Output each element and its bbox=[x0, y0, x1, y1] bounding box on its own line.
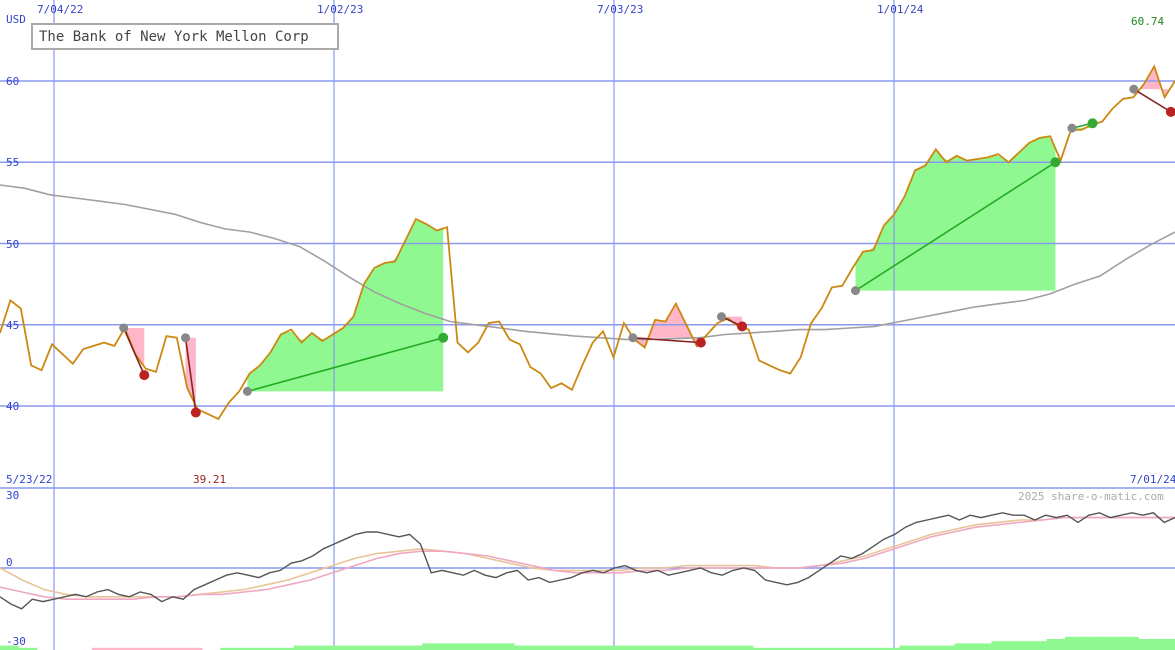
trade-entry-point bbox=[181, 333, 191, 343]
watermark: 2025 share-o-matic.com bbox=[1018, 490, 1164, 503]
osc-histogram-bar bbox=[312, 645, 331, 650]
osc-histogram-bar bbox=[330, 645, 350, 650]
osc-histogram-bar bbox=[550, 645, 570, 650]
osc-tick-label: -30 bbox=[6, 635, 26, 648]
trade-exit-point bbox=[1087, 118, 1098, 129]
trade-entry-point bbox=[242, 386, 252, 396]
osc-histogram-bar bbox=[587, 645, 607, 650]
trade-exit-point bbox=[737, 321, 748, 332]
x-tick-label: 1/02/23 bbox=[317, 3, 363, 16]
osc-histogram-bar bbox=[1046, 639, 1066, 650]
x-tick-label-bottom: 7/01/24 bbox=[1130, 473, 1175, 486]
oscillator-panel bbox=[0, 512, 1175, 650]
stock-chart: USD 60.74 39.21 2025 share-o-matic.com 7… bbox=[0, 0, 1175, 650]
chart-title: The Bank of New York Mellon Corp bbox=[39, 29, 309, 45]
x-tick-label-bottom: 5/23/22 bbox=[6, 473, 52, 486]
osc-histogram-bar bbox=[734, 645, 754, 650]
osc-histogram-bar bbox=[1101, 636, 1121, 650]
trade-exit-point bbox=[190, 407, 201, 418]
y-tick-label: 60 bbox=[6, 75, 19, 88]
osc-histogram-bar bbox=[422, 643, 442, 650]
last-price-label: 60.74 bbox=[1131, 15, 1164, 28]
osc-histogram-bar bbox=[954, 643, 974, 650]
trade-exit-point bbox=[695, 337, 706, 348]
trade-entry-point bbox=[119, 323, 129, 333]
gain-area bbox=[855, 136, 1056, 291]
osc-main-line bbox=[0, 512, 1175, 610]
osc-histogram-bar bbox=[495, 643, 515, 650]
osc-histogram-bar bbox=[1138, 639, 1158, 650]
osc-histogram-bar bbox=[569, 645, 588, 650]
osc-histogram-bar bbox=[477, 643, 497, 650]
trade-exit-point bbox=[1165, 106, 1175, 117]
osc-histogram-bar bbox=[918, 645, 937, 650]
osc-histogram-bar bbox=[1009, 641, 1029, 650]
osc-histogram-bar bbox=[514, 645, 533, 650]
osc-histogram-bar bbox=[440, 643, 460, 650]
osc-histogram-bar bbox=[1028, 641, 1047, 650]
osc-histogram-bar bbox=[385, 645, 405, 650]
currency-label: USD bbox=[6, 13, 26, 26]
osc-histogram-bar bbox=[1083, 636, 1103, 650]
osc-histogram-bar bbox=[936, 645, 956, 650]
trade-entry-point bbox=[1067, 123, 1077, 133]
y-tick-label: 50 bbox=[6, 238, 19, 251]
osc-histogram-bar bbox=[991, 641, 1011, 650]
trade-exit-point bbox=[1050, 157, 1061, 168]
trade-exit-point bbox=[139, 370, 150, 381]
osc-histogram-bar bbox=[973, 643, 992, 650]
grid bbox=[0, 0, 1175, 650]
osc-histogram-bar bbox=[899, 645, 919, 650]
osc-fast-line bbox=[0, 516, 1175, 601]
osc-slow-line bbox=[0, 516, 1175, 598]
osc-histogram-bar bbox=[605, 645, 625, 650]
osc-histogram-bar bbox=[1119, 636, 1139, 650]
x-tick-label: 1/01/24 bbox=[877, 3, 924, 16]
osc-histogram-bar bbox=[679, 645, 699, 650]
osc-histogram-bar bbox=[1156, 639, 1175, 650]
osc-histogram-bar bbox=[403, 645, 423, 650]
trade-entry-point bbox=[1129, 84, 1139, 94]
osc-histogram-bar bbox=[716, 645, 735, 650]
osc-histogram-bar bbox=[348, 645, 368, 650]
x-tick-label: 7/04/22 bbox=[37, 3, 83, 16]
osc-histogram-bar bbox=[642, 645, 662, 650]
osc-tick-label: 0 bbox=[6, 556, 13, 569]
osc-histogram-bar bbox=[624, 645, 644, 650]
osc-histogram-bar bbox=[660, 645, 680, 650]
y-tick-label: 40 bbox=[6, 400, 19, 413]
trade-entry-point bbox=[850, 286, 860, 296]
x-tick-label: 7/03/23 bbox=[597, 3, 643, 16]
trade-entry-point bbox=[628, 333, 638, 343]
osc-histogram-bar bbox=[697, 645, 717, 650]
osc-histogram-bar bbox=[532, 645, 552, 650]
trade-fill-areas bbox=[123, 67, 1171, 406]
osc-histogram-bar bbox=[459, 643, 478, 650]
osc-histogram-bar bbox=[367, 645, 387, 650]
title-box: The Bank of New York Mellon Corp bbox=[31, 23, 339, 50]
osc-tick-label: 30 bbox=[6, 489, 19, 502]
trade-entry-point bbox=[716, 312, 726, 322]
y-tick-label: 45 bbox=[6, 319, 19, 332]
osc-histogram-bar bbox=[293, 645, 313, 650]
y-tick-label: 55 bbox=[6, 156, 19, 169]
osc-histogram-bar bbox=[1064, 636, 1084, 650]
gain-area bbox=[247, 219, 444, 392]
min-price-label: 39.21 bbox=[193, 473, 226, 486]
trade-exit-point bbox=[438, 332, 449, 343]
